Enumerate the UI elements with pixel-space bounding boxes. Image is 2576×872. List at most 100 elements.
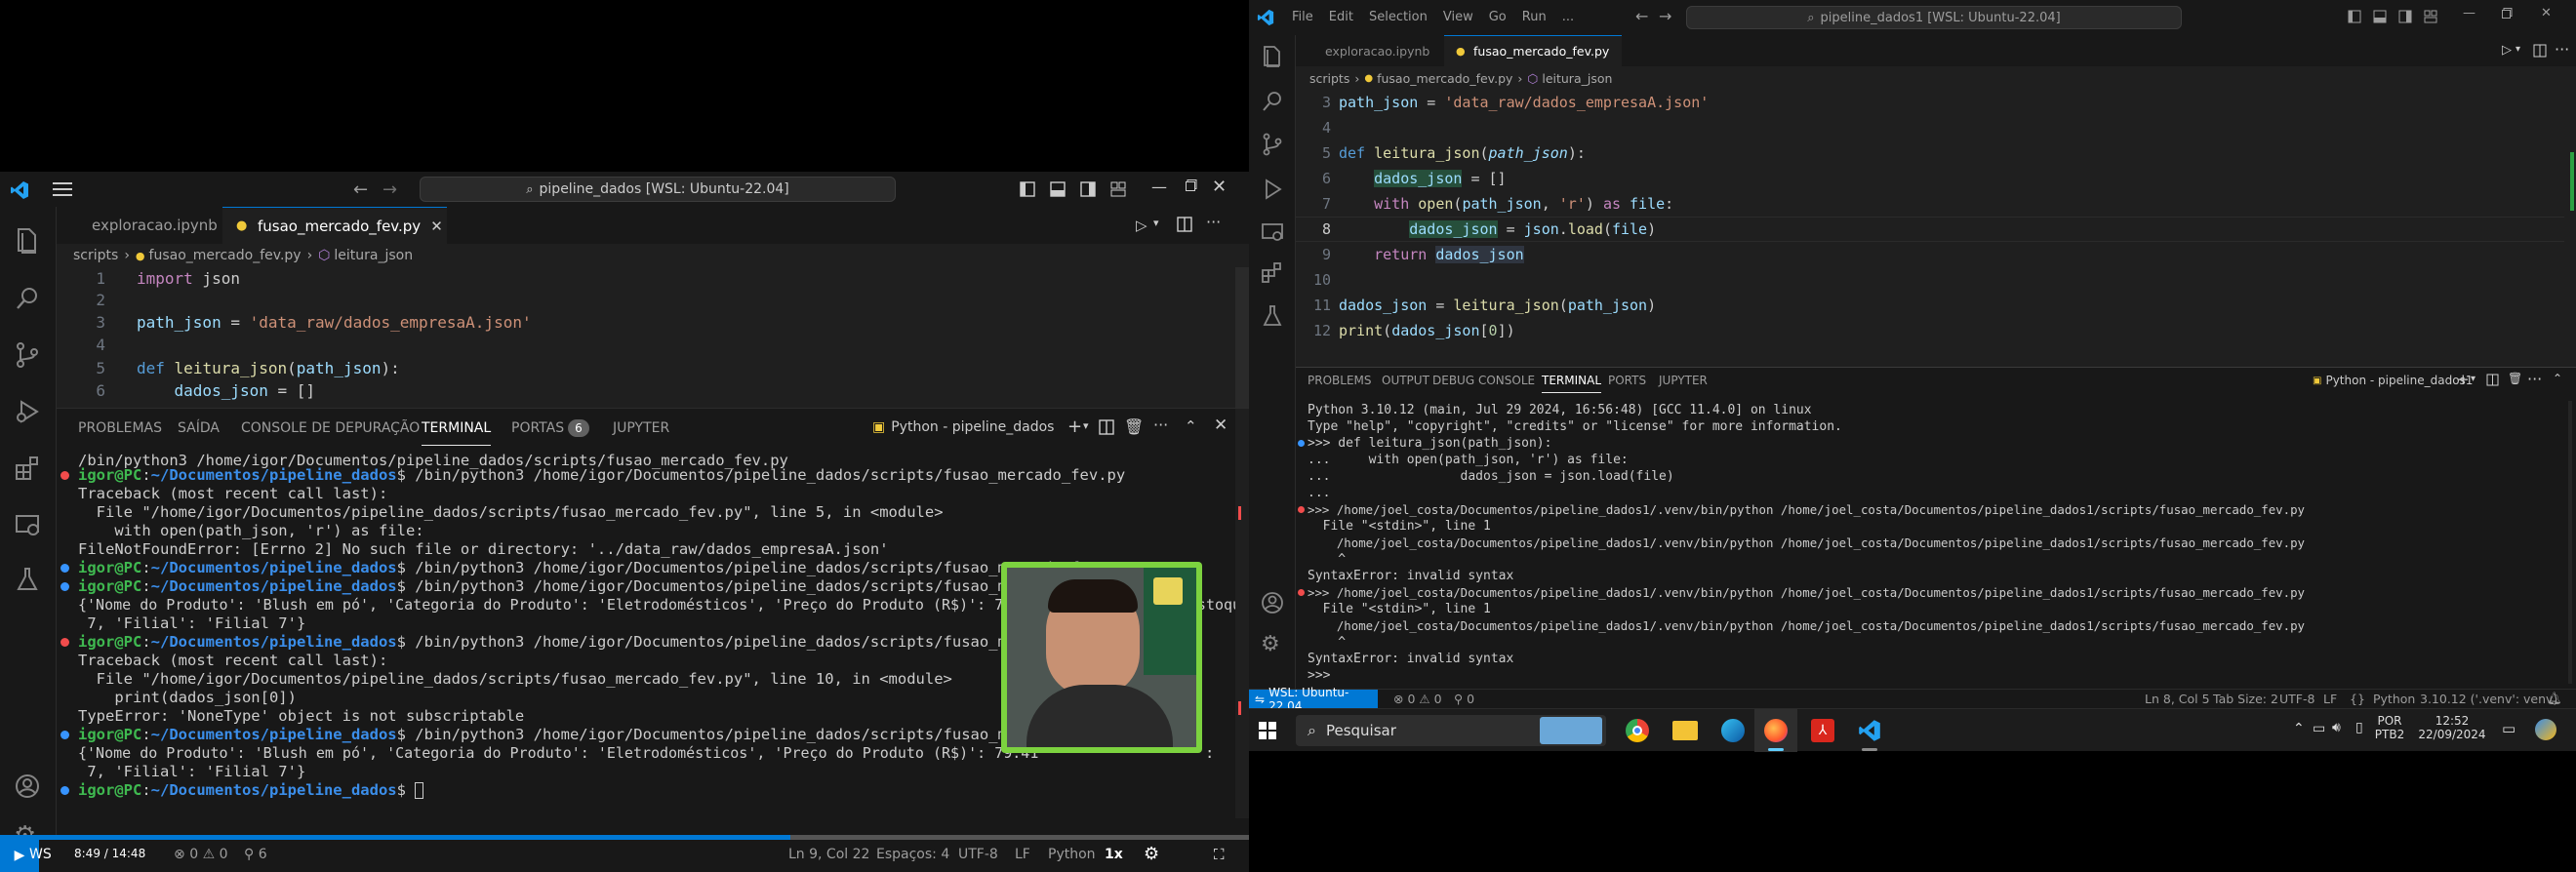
toggle-secondary-sidebar-icon[interactable] <box>1080 181 1096 197</box>
extensions-icon[interactable] <box>14 455 41 482</box>
forward-arrow-icon[interactable]: → <box>382 179 397 200</box>
copilot-icon[interactable] <box>2535 719 2556 740</box>
menu-edit[interactable]: Edit <box>1329 10 1353 24</box>
source-control-icon[interactable] <box>14 341 41 369</box>
split-terminal-icon[interactable] <box>2486 374 2499 386</box>
cursor-position[interactable]: Ln 8, Col 5 <box>2145 692 2210 706</box>
terminal-selector[interactable]: ▣ Python - pipeline_dados <box>872 419 1054 435</box>
terminal-selector[interactable]: ▣ Python - pipeline_dados1 <box>2313 374 2473 387</box>
close-window-icon[interactable]: ✕ <box>1212 177 1227 197</box>
run-dropdown-icon[interactable]: ▾ <box>2516 44 2520 55</box>
extensions-icon[interactable] <box>1261 261 1284 285</box>
cursor-position[interactable]: Ln 9, Col 22 <box>788 847 869 862</box>
breadcrumb-function[interactable]: leitura_json <box>1542 71 1612 86</box>
battery-icon[interactable]: ▯ <box>2355 720 2363 735</box>
ports-status[interactable]: ⚲ 0 <box>1454 692 1474 706</box>
forward-arrow-icon[interactable]: → <box>1659 7 1671 25</box>
split-terminal-icon[interactable] <box>1099 419 1114 435</box>
account-icon[interactable] <box>14 773 41 800</box>
clock[interactable]: 12:52 22/09/2024 <box>2416 714 2488 741</box>
customize-layout-icon[interactable] <box>1110 181 1126 197</box>
run-dropdown-icon[interactable]: ▾ <box>1153 217 1159 229</box>
terminal-scrollbar[interactable] <box>1235 409 1249 818</box>
acrobat-icon[interactable]: ⅄ <box>1811 719 1834 742</box>
tab-ports[interactable]: PORTS <box>1608 368 1646 393</box>
close-tab-icon[interactable]: ✕ <box>430 218 443 235</box>
windows-start-icon[interactable] <box>1259 722 1276 739</box>
menu-file[interactable]: File <box>1292 10 1313 24</box>
run-python-icon[interactable]: ▷ <box>1136 217 1147 234</box>
toggle-panel-icon[interactable] <box>2373 10 2387 23</box>
customize-layout-icon[interactable] <box>2424 10 2437 23</box>
kill-terminal-trash-icon[interactable]: 🗑 <box>1124 417 1144 436</box>
video-progress-bar[interactable] <box>0 835 790 840</box>
language-mode[interactable]: Python <box>1048 847 1096 862</box>
taskbar-search[interactable]: ⌕ Pesquisar <box>1296 715 1606 746</box>
run-debug-icon[interactable] <box>14 398 41 425</box>
breadcrumb-function[interactable]: leitura_json <box>334 248 413 263</box>
problems-status[interactable]: ⊗ 0 ⚠ 0 <box>1393 692 1442 706</box>
editor-scrollbar[interactable] <box>1235 267 1249 408</box>
restore-icon[interactable] <box>2502 8 2513 19</box>
tab-problems[interactable]: PROBLEMS <box>1308 368 1372 393</box>
account-icon[interactable] <box>1261 591 1284 614</box>
run-python-icon[interactable]: ▷ <box>2502 43 2512 58</box>
toggle-sidebar-icon[interactable] <box>2348 10 2361 23</box>
breadcrumb-file[interactable]: fusao_mercado_fev.py <box>149 248 302 263</box>
back-arrow-icon[interactable]: ← <box>1635 7 1648 25</box>
volume-icon[interactable]: 🔊︎ <box>2332 720 2341 735</box>
tab-exploracao[interactable]: exploracao.ipynb <box>1296 35 1444 66</box>
encoding[interactable]: UTF-8 <box>2279 692 2314 706</box>
indentation[interactable]: Tab Size: 2 <box>2213 692 2278 706</box>
breadcrumb-file[interactable]: fusao_mercado_fev.py <box>1377 71 1512 86</box>
tab-debug-console[interactable]: DEBUG CONSOLE <box>1432 368 1535 393</box>
explorer-icon[interactable] <box>14 226 41 254</box>
video-progress-remaining[interactable] <box>790 835 1249 840</box>
terminal-dropdown-icon[interactable]: ▾ <box>1083 419 1089 432</box>
terminal-scrollbar[interactable] <box>2568 401 2572 684</box>
minimize-icon[interactable]: — <box>2463 6 2475 20</box>
encoding[interactable]: UTF-8 <box>958 847 998 862</box>
breadcrumb-scripts[interactable]: scripts <box>73 248 118 263</box>
settings-gear-icon[interactable]: ⚙ <box>1144 844 1159 864</box>
new-terminal-icon[interactable]: + <box>2457 371 2470 388</box>
run-debug-icon[interactable] <box>1261 178 1284 201</box>
tab-saida[interactable]: SAÍDA <box>178 409 220 448</box>
notifications-bell-icon[interactable]: 🔔︎ <box>2547 691 2562 706</box>
restore-icon[interactable] <box>1186 179 1197 191</box>
maximize-panel-icon[interactable]: ⌃ <box>1185 417 1197 435</box>
line-ending[interactable]: LF <box>2323 692 2337 706</box>
remote-label[interactable]: WS <box>29 847 52 862</box>
chrome-icon[interactable] <box>1626 719 1649 742</box>
tab-problemas[interactable]: PROBLEMAS <box>78 409 162 448</box>
testing-flask-icon[interactable] <box>1261 304 1284 328</box>
menu-go[interactable]: Go <box>1489 10 1507 24</box>
left-code-editor[interactable]: 1 import json 2 3 path_json = 'data_raw/… <box>57 267 1249 408</box>
python-interpreter[interactable]: 3.10.12 ('.venv': venv) <box>2420 692 2557 706</box>
problems-status[interactable]: ⊗ 0 ⚠ 0 <box>174 847 228 862</box>
tab-terminal[interactable]: TERMINAL <box>422 409 492 446</box>
close-window-icon[interactable]: ✕ <box>2541 6 2552 20</box>
source-control-icon[interactable] <box>1261 133 1284 156</box>
search-icon[interactable] <box>1261 90 1284 113</box>
more-actions-icon[interactable]: ··· <box>2555 40 2569 59</box>
terminal-dropdown-icon[interactable]: ▾ <box>2471 374 2475 384</box>
tab-terminal[interactable]: TERMINAL <box>1542 368 1602 393</box>
close-panel-icon[interactable]: ✕ <box>1214 416 1228 435</box>
right-code-editor[interactable]: 3 path_json = 'data_raw/dados_empresaA.j… <box>1296 90 2576 363</box>
language-braces[interactable]: {} <box>2350 692 2365 706</box>
menu-more[interactable]: ... <box>1562 10 1574 24</box>
maximize-panel-icon[interactable]: ⌃ <box>2553 372 2562 385</box>
breadcrumb-scripts[interactable]: scripts <box>1309 71 1349 86</box>
explorer-icon[interactable] <box>1261 45 1284 68</box>
menu-view[interactable]: View <box>1443 10 1473 24</box>
command-center-search[interactable]: ⌕ pipeline_dados [WSL: Ubuntu-22.04] <box>420 177 896 202</box>
line-ending[interactable]: LF <box>1015 847 1030 862</box>
minimize-icon[interactable]: — <box>1151 178 1167 196</box>
split-editor-icon[interactable] <box>2533 44 2547 58</box>
firefox-taskbar-button[interactable] <box>1754 709 1797 752</box>
menu-run[interactable]: Run <box>1522 10 1547 24</box>
indentation[interactable]: Espaços: 4 <box>876 847 949 862</box>
tab-jupyter[interactable]: JUPYTER <box>613 409 669 448</box>
tab-exploracao[interactable]: exploracao.ipynb <box>57 207 222 244</box>
